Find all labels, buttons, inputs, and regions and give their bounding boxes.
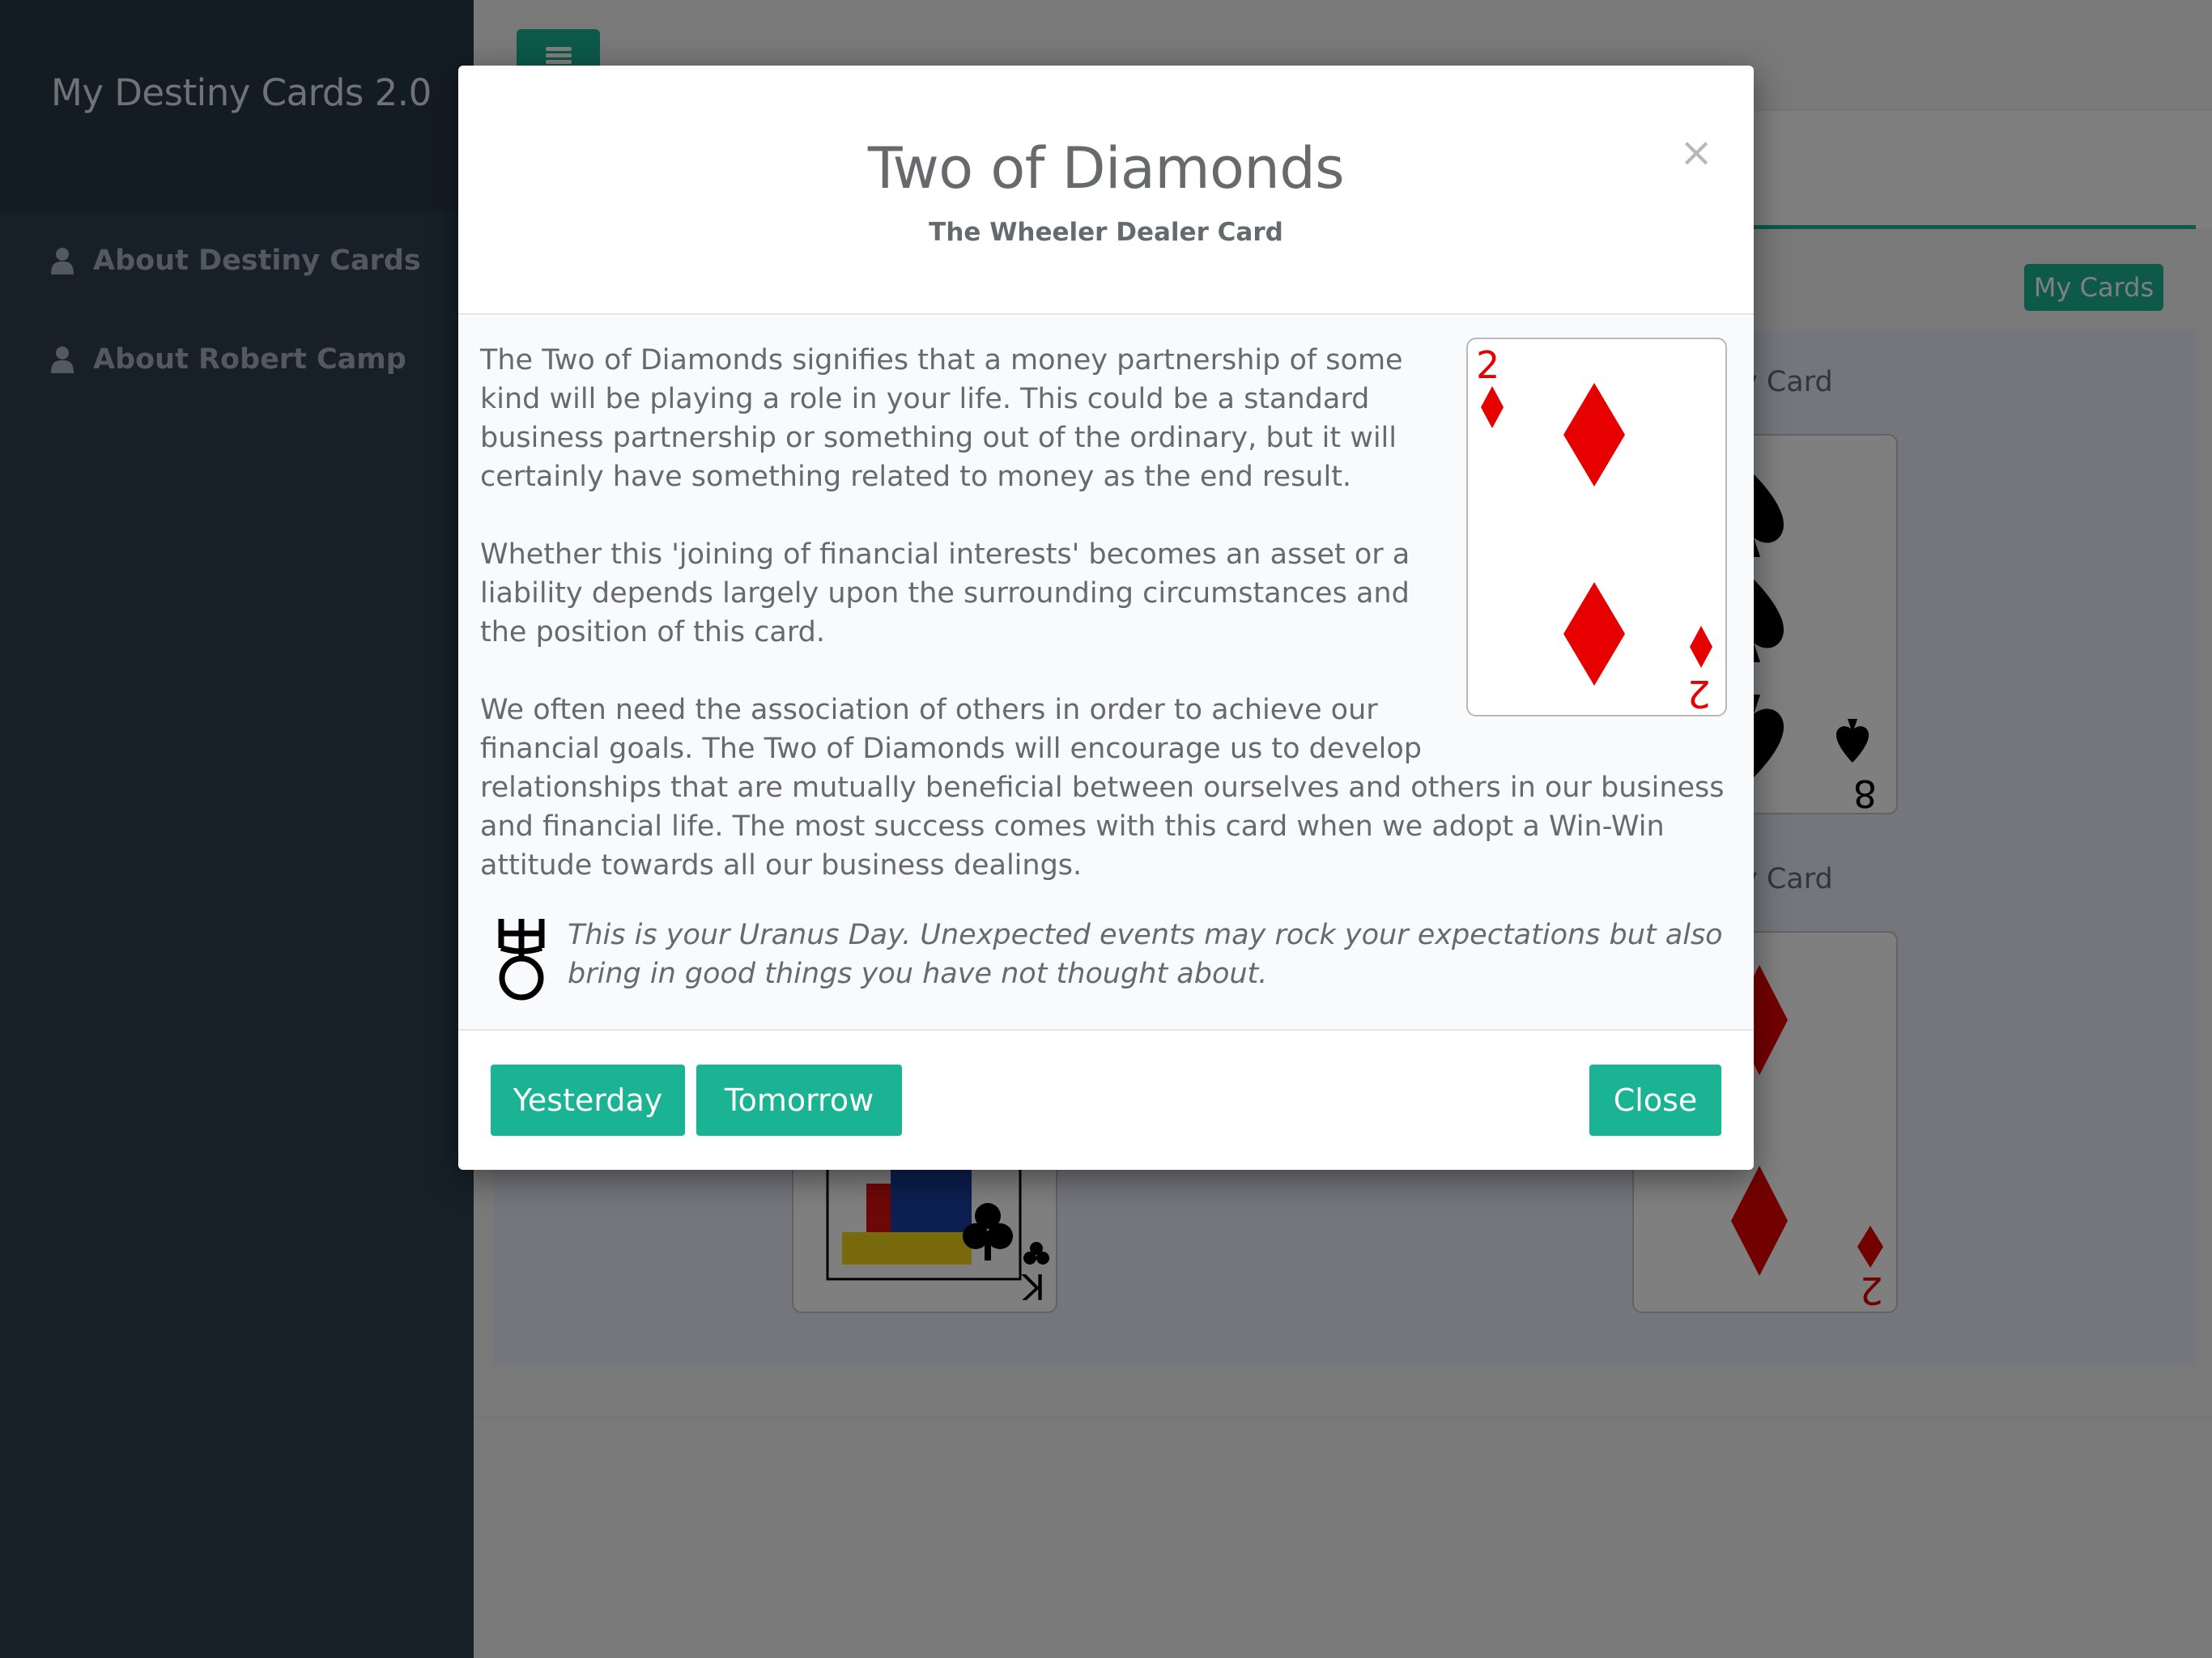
yesterday-button[interactable]: Yesterday (491, 1065, 685, 1136)
diamond-icon: 2 2 (1476, 343, 1712, 716)
uranus-icon (498, 919, 545, 1001)
tomorrow-button[interactable]: Tomorrow (696, 1065, 902, 1136)
uranus-day-text: This is your Uranus Day. Unexpected even… (568, 919, 1723, 990)
svg-text:2: 2 (1687, 672, 1711, 715)
card-description: 2 2 The Two of Diamonds signifies that a… (480, 338, 1727, 924)
modal-title: Two of Diamonds (867, 135, 1345, 202)
close-icon[interactable]: × (1679, 129, 1713, 176)
modal-subtitle: The Wheeler Dealer Card (929, 218, 1283, 247)
close-button[interactable]: Close (1589, 1065, 1721, 1136)
planet-day-note: This is your Uranus Day. Unexpected even… (480, 916, 1727, 1005)
card-detail-modal: Two of Diamonds The Wheeler Dealer Card … (458, 66, 1754, 1170)
two-of-diamonds-card-image: 2 2 (1466, 338, 1727, 716)
modal-header: Two of Diamonds The Wheeler Dealer Card … (458, 66, 1754, 315)
modal-body: 2 2 The Two of Diamonds signifies that a… (458, 317, 1754, 1031)
svg-text:2: 2 (1476, 343, 1499, 387)
description-paragraph: We often need the association of others … (480, 694, 1725, 882)
